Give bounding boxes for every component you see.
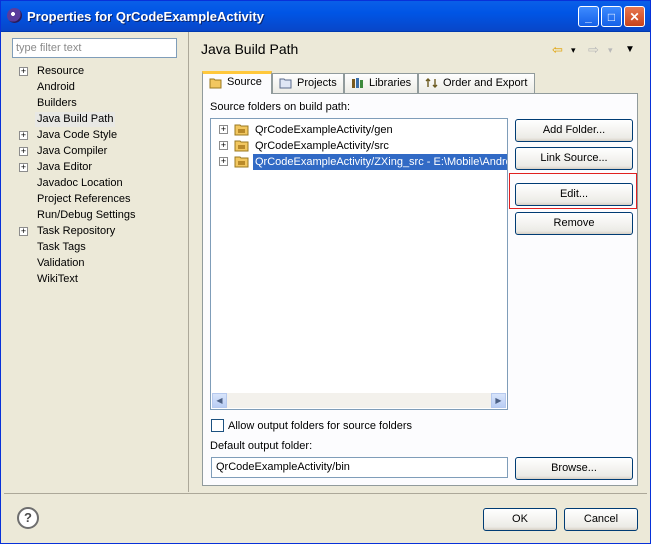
tree-item-label: Java Compiler [37,145,108,157]
tab-label: Projects [297,77,337,89]
source-folder-icon [234,140,249,152]
tab-label: Order and Export [443,77,528,89]
expand-icon[interactable]: + [219,157,228,166]
maximize-button[interactable]: □ [601,6,622,27]
remove-button[interactable]: Remove [515,212,633,235]
folder-label: QrCodeExampleActivity/src [255,140,389,152]
tab-order-and-export[interactable]: Order and Export [418,73,535,93]
close-button[interactable]: ✕ [624,6,645,27]
allow-output-folders-label: Allow output folders for source folders [228,420,413,432]
tree-item-label: Javadoc Location [37,177,123,189]
source-folders-list[interactable]: + QrCodeExampleActivity/gen + QrCodeExam… [210,118,508,410]
folder-icon [209,78,222,89]
tab-projects[interactable]: Projects [272,73,344,93]
tree-item-label: Task Repository [37,225,116,237]
title-bar[interactable]: Properties for QrCodeExampleActivity _ □… [1,1,650,32]
tree-item-java-editor[interactable]: + Java Editor [12,160,190,175]
tree-item-java-compiler[interactable]: + Java Compiler [12,144,190,159]
list-item[interactable]: + QrCodeExampleActivity/ZXing_src - E:\M… [211,154,507,170]
forward-dropdown-icon: ▾ [608,45,613,55]
window-title: Properties for QrCodeExampleActivity [27,9,264,24]
tab-libraries[interactable]: Libraries [344,73,418,93]
folder-label: QrCodeExampleActivity/gen [255,124,393,136]
tab-label: Source [227,76,262,88]
expand-icon[interactable]: + [19,67,28,76]
tree-item-builders[interactable]: Builders [12,96,190,111]
source-folders-label: Source folders on build path: [210,101,351,113]
tab-label: Libraries [369,77,412,89]
library-icon [352,78,363,88]
expand-icon[interactable]: + [219,141,228,150]
expand-icon[interactable]: + [19,131,28,140]
help-icon[interactable]: ? [17,507,39,529]
tree-item-task-repository[interactable]: + Task Repository [12,224,190,239]
link-source-button[interactable]: Link Source... [515,147,633,170]
tree-item-label: Resource [37,65,85,77]
tree-item-resource[interactable]: + Resource [12,64,190,79]
tree-item-label: Validation [37,257,85,269]
filter-input[interactable]: type filter text [12,38,177,58]
tree-item-label: Project References [37,193,131,205]
tree-item-label: WikiText [37,273,78,285]
dialog-client: type filter text + Resource Android Buil… [4,32,647,540]
cancel-button[interactable]: Cancel [564,508,638,531]
tree-item-project-references[interactable]: Project References [12,192,190,207]
expand-icon[interactable]: + [19,147,28,156]
folder-label: QrCodeExampleActivity/ZXing_src - E:\Mob… [253,154,507,170]
tree-item-run-debug-settings[interactable]: Run/Debug Settings [12,208,190,223]
list-item[interactable]: + QrCodeExampleActivity/src [211,138,507,154]
minimize-button[interactable]: _ [578,6,599,27]
scroll-left-icon[interactable]: ◀ [212,393,227,408]
tree-item-task-tags[interactable]: Task Tags [12,240,190,255]
tree-item-label: Builders [37,97,77,109]
tab-source[interactable]: Source [202,71,272,94]
default-output-folder-label: Default output folder: [210,440,313,452]
horizontal-scrollbar[interactable]: ◀ ▶ [212,393,506,408]
expand-icon[interactable]: + [219,125,228,134]
edit-button[interactable]: Edit... [515,183,633,206]
footer-separator [4,493,647,494]
splitter-sash[interactable] [188,32,189,492]
scroll-right-icon[interactable]: ▶ [491,393,506,408]
tree-item-android[interactable]: Android [12,80,190,95]
default-output-folder-field[interactable]: QrCodeExampleActivity/bin [211,457,508,478]
linked-folder-icon [234,156,249,168]
tree-item-label: Java Build Path [35,112,116,127]
tree-item-wikitext[interactable]: WikiText [12,272,190,287]
tree-item-java-code-style[interactable]: + Java Code Style [12,128,190,143]
properties-dialog: Properties for QrCodeExampleActivity _ □… [0,0,651,544]
back-dropdown-icon[interactable]: ▾ [571,45,576,56]
allow-output-folders-checkbox[interactable] [211,419,224,432]
tree-item-label: Task Tags [37,241,86,253]
list-item[interactable]: + QrCodeExampleActivity/gen [211,122,507,138]
expand-icon[interactable]: + [19,227,28,236]
order-icon [425,78,438,88]
page-title: Java Build Path [201,41,299,57]
ok-button[interactable]: OK [483,508,557,531]
expand-icon[interactable]: + [19,163,28,172]
add-folder-button[interactable]: Add Folder... [515,119,633,142]
project-icon [279,78,292,89]
tree-item-javadoc-location[interactable]: Javadoc Location [12,176,190,191]
tree-item-label: Android [37,81,75,93]
source-folder-icon [234,124,249,136]
tree-item-label: Java Editor [37,161,93,173]
forward-arrow-icon: ⇨ [588,42,599,57]
eclipse-icon [7,8,22,23]
browse-button[interactable]: Browse... [515,457,633,480]
tree-item-label: Java Code Style [37,129,118,141]
tree-item-label: Run/Debug Settings [37,209,136,221]
back-arrow-icon[interactable]: ⇦ [552,42,563,58]
tree-item-validation[interactable]: Validation [12,256,190,271]
view-menu-icon[interactable]: ▼ [625,44,635,55]
tree-item-java-build-path[interactable]: Java Build Path [12,112,190,127]
